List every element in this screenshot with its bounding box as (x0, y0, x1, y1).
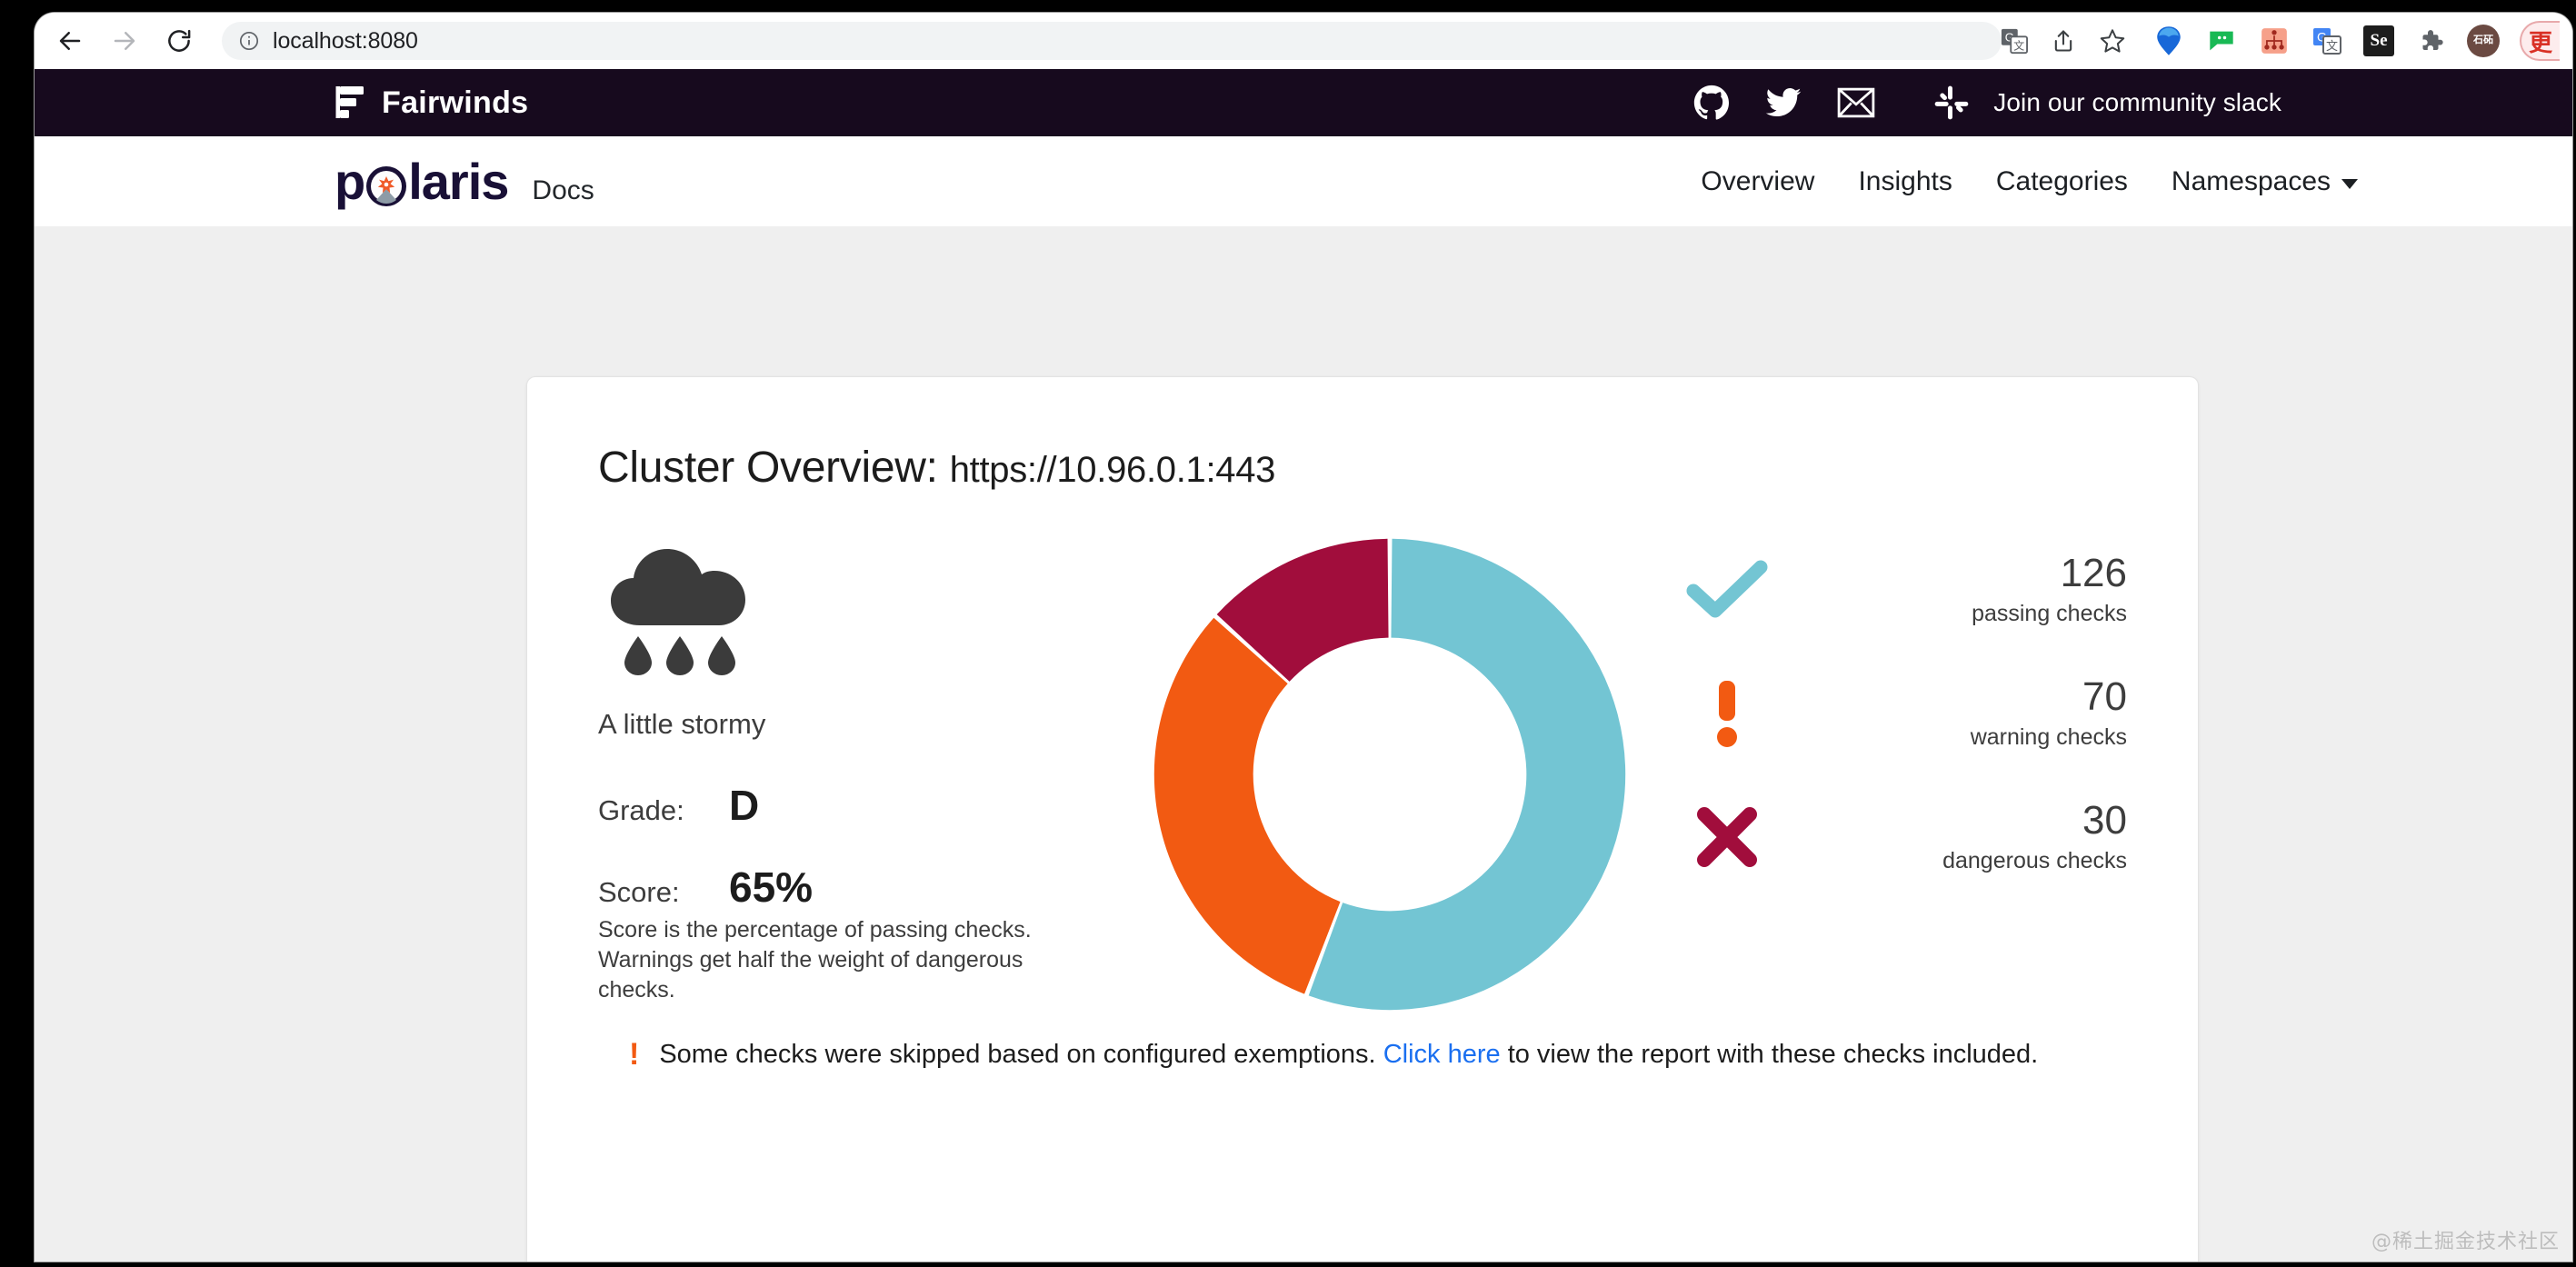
selenium-extension-icon[interactable]: Se (2363, 25, 2394, 56)
stat-dangerous: 30 dangerous checks (1672, 798, 2127, 876)
browser-toolbar: localhost:8080 G 文 G 文 Se 石砳 更 (35, 13, 2572, 69)
grade-label: Grade: (598, 794, 684, 826)
address-bar[interactable]: localhost:8080 (222, 22, 2002, 60)
stat-dangerous-label: dangerous checks (1942, 847, 2127, 873)
slack-link-group[interactable]: Join our community slack (1933, 85, 2281, 121)
exemptions-notice: ! Some checks were skipped based on conf… (629, 1036, 2083, 1073)
polaris-wordmark: p laris (334, 152, 509, 210)
extensions-bar: G 文 Se 石砳 更 (2129, 21, 2560, 61)
grade-panel: A little stormy Grade: D Score: 65% Scor… (598, 529, 1107, 1005)
notice-text-before: Some checks were skipped based on config… (659, 1040, 1376, 1069)
nav-categories-label: Categories (1995, 165, 2128, 196)
cluster-url: https://10.96.0.1:443 (949, 450, 1276, 490)
selenium-extension-label: Se (2370, 31, 2388, 50)
score-row: Score: 65% (598, 863, 1107, 912)
stat-passing-label: passing checks (1972, 600, 2127, 626)
cluster-overview-card: Cluster Overview: https://10.96.0.1:443 (526, 376, 2199, 1262)
stat-passing-count: 126 (2060, 551, 2127, 596)
watermark: @稀土掘金技术社区 (2371, 1231, 2560, 1253)
stat-warning-count: 70 (2082, 674, 2127, 720)
fairwinds-links: Join our community slack (1693, 84, 2518, 122)
notice-exclamation-icon: ! (629, 1037, 640, 1072)
grade-row: Grade: D (598, 781, 1107, 830)
star-icon[interactable] (2096, 25, 2129, 57)
docs-link[interactable]: Docs (532, 175, 594, 206)
puzzle-piece-icon[interactable] (2414, 25, 2447, 57)
twitter-icon[interactable] (1764, 84, 1802, 122)
polaris-navbar: p laris Docs Overview Insights Categorie… (35, 136, 2572, 227)
sitemap-extension-icon[interactable] (2258, 25, 2291, 57)
navigation-buttons (55, 25, 211, 56)
notice-text-after: to view the report with these checks inc… (1507, 1040, 2039, 1069)
polaris-nav-links: Overview Insights Categories Namespaces (1701, 166, 2572, 197)
nav-namespaces-label: Namespaces (2171, 165, 2331, 196)
chevron-down-icon (2341, 179, 2358, 189)
omnibox-actions: G 文 (1998, 25, 2129, 57)
overview-row: A little stormy Grade: D Score: 65% Scor… (527, 529, 2198, 1020)
polaris-logo-pre: p (334, 152, 365, 210)
slack-icon (1933, 85, 1970, 121)
vmware-extension-icon[interactable] (2152, 25, 2185, 57)
donut-slice-warning-checks (1153, 617, 1341, 994)
stat-passing: 126 passing checks (1672, 551, 2127, 629)
rain-cloud-icon (611, 549, 745, 675)
stat-passing-text: 126 passing checks (1782, 553, 2127, 626)
info-circle-icon[interactable] (238, 30, 260, 52)
checks-summary: 126 passing checks 70 warning checks 30 … (1672, 529, 2127, 922)
svg-text:文: 文 (2013, 38, 2024, 52)
nav-insights-label: Insights (1858, 165, 1952, 196)
score-value: 65% (729, 863, 814, 911)
google-translate-icon[interactable]: G 文 (1998, 25, 2031, 57)
check-icon (1672, 551, 1782, 629)
score-label: Score: (598, 876, 680, 908)
stat-warning-text: 70 warning checks (1782, 676, 2127, 750)
reload-icon[interactable] (164, 25, 195, 56)
notice-click-here-link[interactable]: Click here (1383, 1040, 1501, 1069)
wechat-extension-icon[interactable] (2205, 25, 2238, 57)
stat-dangerous-text: 30 dangerous checks (1782, 800, 2127, 873)
back-arrow-icon[interactable] (55, 25, 85, 56)
stat-warning: 70 warning checks (1672, 674, 2127, 753)
email-icon[interactable] (1837, 84, 1875, 122)
url-text: localhost:8080 (273, 27, 418, 54)
nav-overview-label: Overview (1701, 165, 1815, 196)
page-viewport: Fairwinds Join our community slack p lar… (35, 69, 2572, 1262)
x-icon (1672, 798, 1782, 876)
donut-svg (1153, 538, 1626, 1011)
notice-text: Some checks were skipped based on config… (659, 1036, 2038, 1073)
stat-dangerous-count: 30 (2082, 798, 2127, 843)
geng-extension-label: 更 (2528, 28, 2552, 56)
weather-label: A little stormy (598, 708, 766, 740)
shi-extension-label: 石砳 (2473, 35, 2493, 46)
grade-value: D (729, 782, 760, 829)
nav-overview[interactable]: Overview (1701, 166, 1814, 197)
page-title: Cluster Overview: https://10.96.0.1:443 (598, 443, 2198, 493)
browser-window: localhost:8080 G 文 G 文 Se 石砳 更 Fairwinds… (35, 13, 2572, 1262)
nav-categories[interactable]: Categories (1996, 166, 2128, 197)
page-title-prefix: Cluster Overview: (598, 444, 938, 492)
polaris-logo-group[interactable]: p laris Docs (334, 152, 594, 210)
github-icon[interactable] (1693, 85, 1730, 121)
svg-text:文: 文 (2326, 39, 2338, 53)
slack-join-label: Join our community slack (1993, 88, 2281, 116)
forward-arrow-icon[interactable] (109, 25, 140, 56)
polaris-logo-post: laris (408, 152, 509, 210)
shi-extension-icon[interactable]: 石砳 (2467, 25, 2500, 57)
score-description: Score is the percentage of passing check… (598, 917, 1032, 1003)
fairwinds-mark-icon (335, 86, 364, 118)
geng-extension-icon[interactable]: 更 (2520, 21, 2560, 61)
stat-warning-label: warning checks (1970, 723, 2127, 750)
fairwinds-header: Fairwinds Join our community slack (35, 69, 2572, 136)
nav-namespaces[interactable]: Namespaces (2172, 166, 2358, 197)
share-icon[interactable] (2047, 25, 2080, 57)
checks-donut-chart (1107, 529, 1672, 1020)
nav-insights[interactable]: Insights (1858, 166, 1952, 197)
google-translate-extension-icon[interactable]: G 文 (2311, 25, 2343, 57)
polaris-star-emblem-icon (365, 165, 407, 206)
fairwinds-brand-label: Fairwinds (382, 85, 529, 120)
exclamation-icon (1672, 674, 1782, 753)
screen: localhost:8080 G 文 G 文 Se 石砳 更 Fairwinds… (0, 0, 2576, 1267)
fairwinds-logo[interactable]: Fairwinds (334, 85, 528, 121)
